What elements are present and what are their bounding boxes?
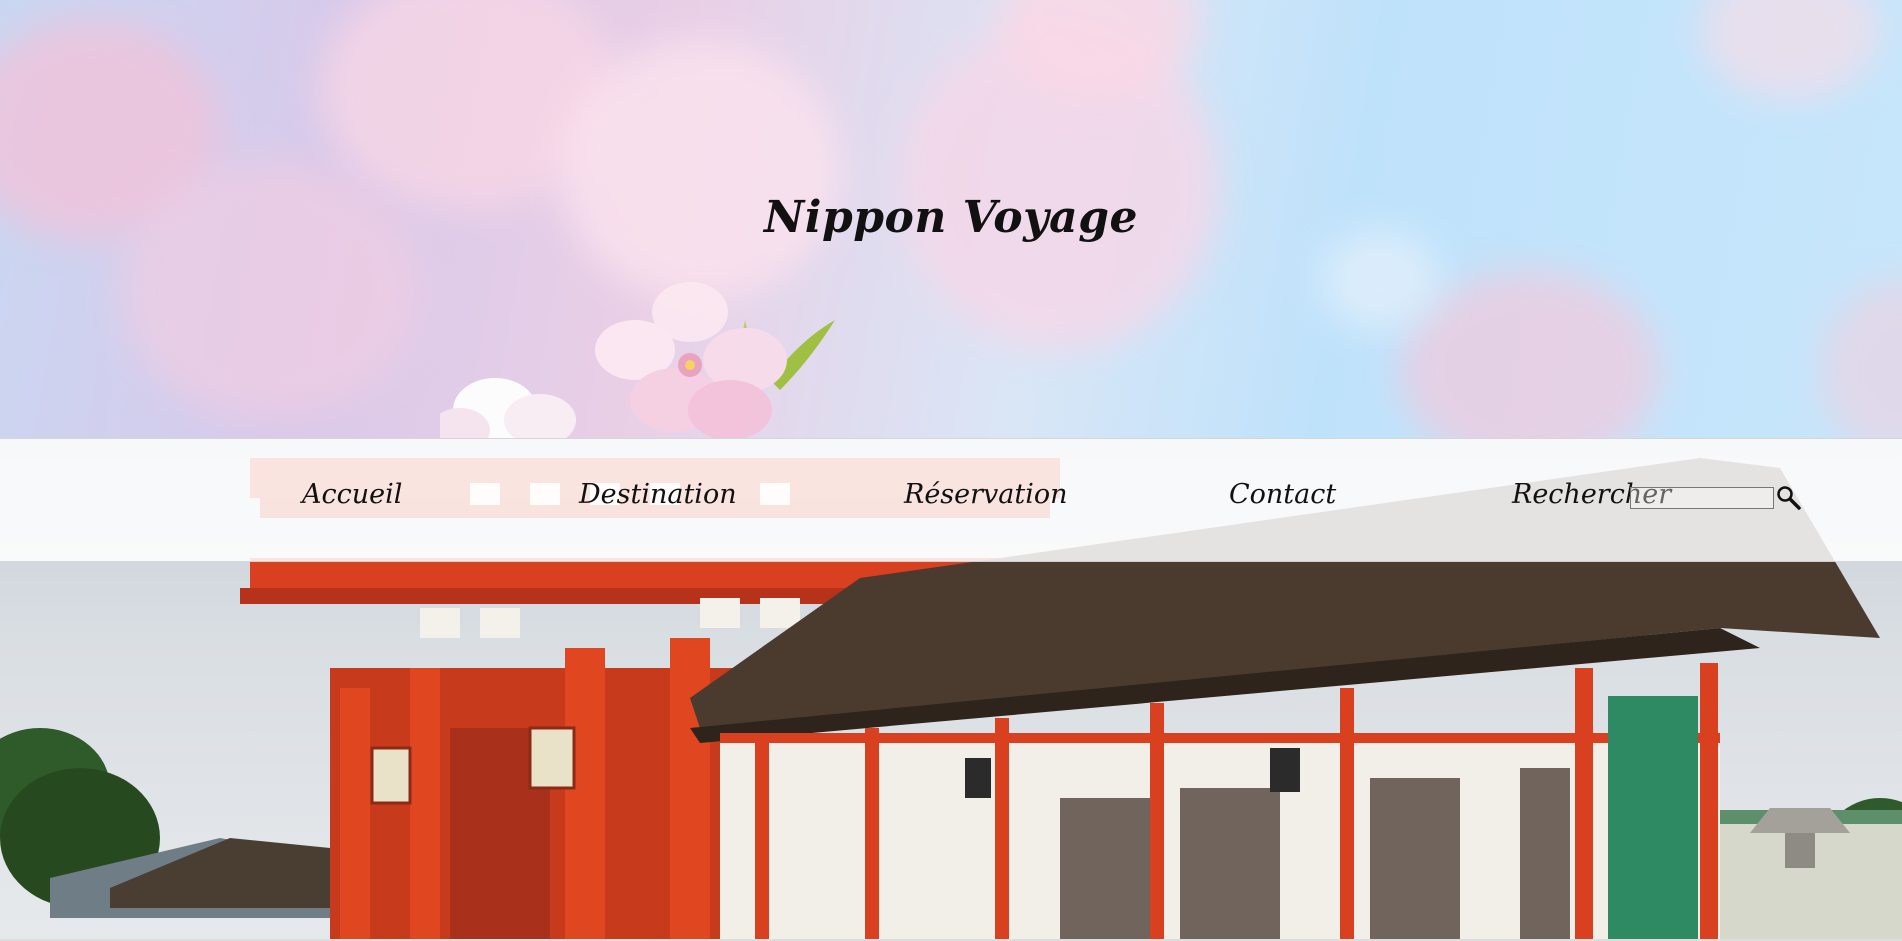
hero-banner: Nippon Voyage: [0, 0, 1902, 438]
nav-link-accueil[interactable]: Accueil: [302, 479, 402, 510]
main-navigation: Accueil Destination Réservation Contact …: [0, 438, 1902, 562]
magnifier-icon: [1777, 486, 1801, 510]
search-button[interactable]: [1776, 485, 1802, 511]
page: Nippon Voyage Accueil Destination Réserv…: [0, 0, 1902, 941]
site-title: Nippon Voyage: [764, 192, 1138, 243]
nav-link-reservation[interactable]: Réservation: [904, 479, 1068, 510]
cherry-blossom-icon: [440, 282, 835, 438]
nav-link-contact[interactable]: Contact: [1229, 479, 1336, 510]
nav-link-destination[interactable]: Destination: [579, 479, 737, 510]
search-input[interactable]: [1630, 487, 1774, 509]
